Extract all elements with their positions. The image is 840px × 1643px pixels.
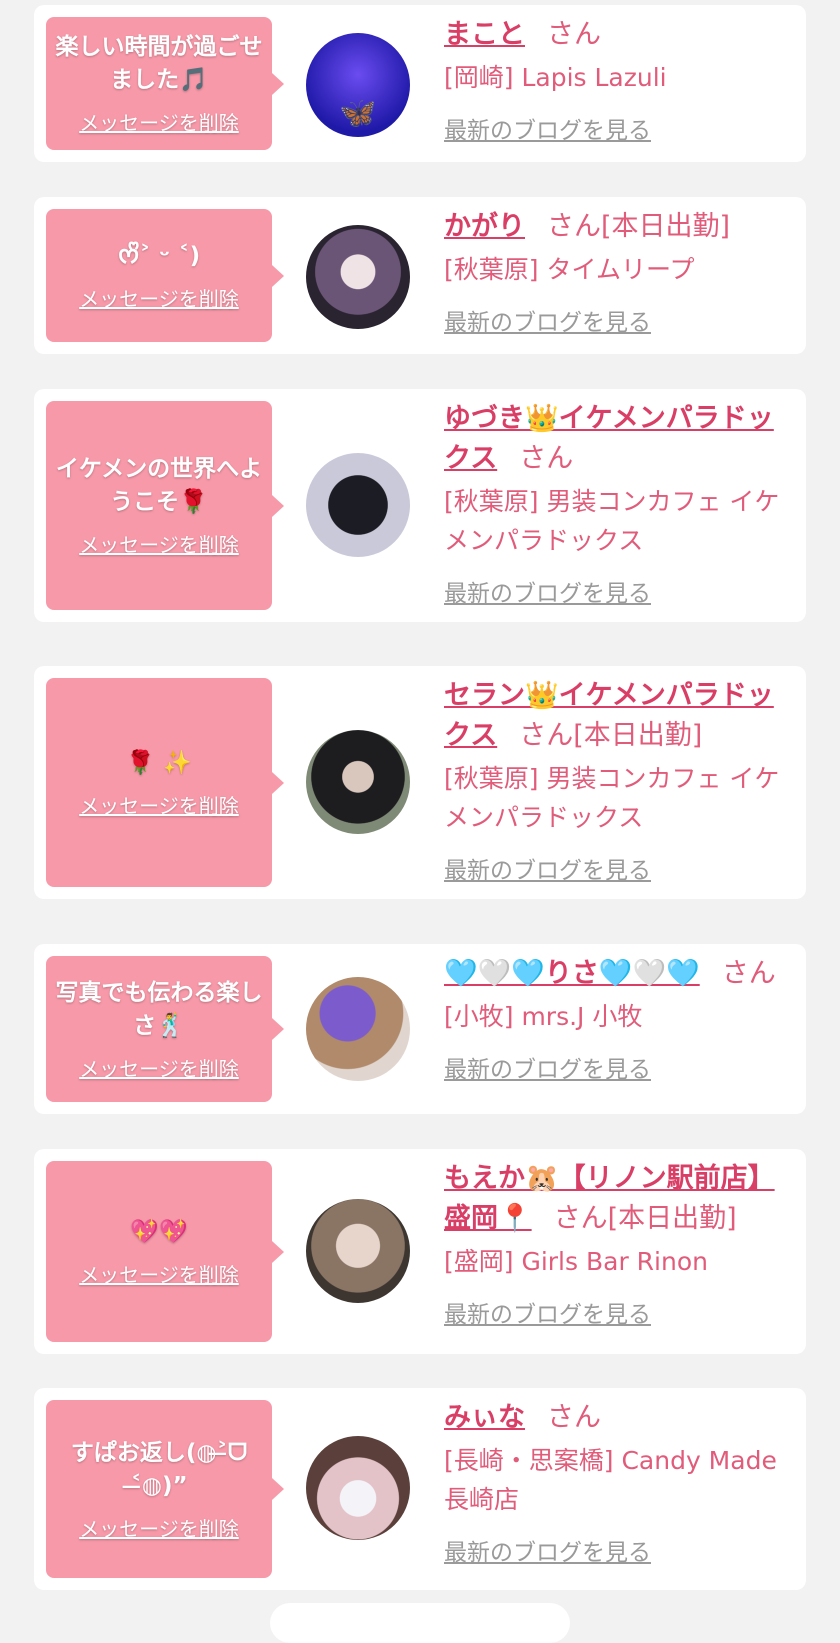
- message-bubble: 💖💖 メッセージを削除: [46, 1161, 284, 1342]
- latest-blog-link[interactable]: 最新のブログを見る: [444, 1295, 651, 1329]
- message-text: 写真でも伝わる楽しさ🕺: [55, 979, 263, 1039]
- status-badge: [本日出勤]: [601, 211, 731, 242]
- message-text: 💖💖: [130, 1218, 188, 1245]
- butterfly-icon: 🦋: [339, 96, 377, 131]
- message-bubble: すぱお返し(◍˃̶ᗜ˂̶◍)” メッセージを削除: [46, 1400, 284, 1578]
- list-item: 🌹 ✨ メッセージを削除 セラン👑イケメンパラドックス さん[本日出勤] [秋葉原…: [34, 666, 806, 899]
- shop-info: [盛岡] Girls Bar Rinon: [444, 1247, 708, 1276]
- list-item: 写真でも伝わる楽しさ🕺 メッセージを削除 🩵🤍🩵りさ🩵🤍🩵 さん [小牧] mrs…: [34, 944, 806, 1114]
- delete-message-link[interactable]: メッセージを削除: [79, 1259, 239, 1288]
- status-badge: [本日出勤]: [573, 720, 703, 751]
- honorific: さん: [547, 1402, 601, 1433]
- latest-blog-link[interactable]: 最新のブログを見る: [444, 1533, 651, 1567]
- avatar[interactable]: [306, 977, 410, 1081]
- list-item: 楽しい時間が過ごせました🎵 メッセージを削除 🦋 まこと さん [岡崎] Lapi…: [34, 5, 806, 162]
- shop-info: [小牧] mrs.J 小牧: [444, 1002, 643, 1031]
- shop-info: [岡崎] Lapis Lazuli: [444, 63, 667, 92]
- message-bubble: 楽しい時間が過ごせました🎵 メッセージを削除: [46, 17, 284, 150]
- avatar[interactable]: [306, 453, 410, 557]
- delete-message-link[interactable]: メッセージを削除: [79, 790, 239, 819]
- honorific: さん: [721, 958, 776, 989]
- delete-message-link[interactable]: メッセージを削除: [79, 107, 239, 136]
- latest-blog-link[interactable]: 最新のブログを見る: [444, 111, 651, 145]
- honorific: さん: [519, 443, 574, 474]
- shop-info: [秋葉原] 男装コンカフェ イケメンパラドックス: [444, 764, 780, 832]
- message-text: 🌹 ✨: [126, 749, 192, 776]
- avatar[interactable]: [306, 1436, 410, 1540]
- latest-blog-link[interactable]: 最新のブログを見る: [444, 851, 651, 885]
- avatar[interactable]: 🦋: [306, 33, 410, 137]
- cast-name-link[interactable]: みぃな: [444, 1402, 525, 1433]
- cast-name-link[interactable]: まこと: [444, 19, 525, 50]
- bottom-button[interactable]: [270, 1603, 570, 1643]
- avatar[interactable]: [306, 225, 410, 329]
- list-item: イケメンの世界へようこそ🌹 メッセージを削除 ゆづき👑イケメンパラドックス さん …: [34, 389, 806, 622]
- shop-info: [秋葉原] タイムリープ: [444, 255, 695, 284]
- message-bubble: 🌹 ✨ メッセージを削除: [46, 678, 284, 887]
- delete-message-link[interactable]: メッセージを削除: [79, 1513, 239, 1542]
- message-text: 楽しい時間が過ごせました🎵: [55, 34, 263, 93]
- honorific: さん: [547, 19, 601, 50]
- list-item: ᰔᩚ˃ ᵕ ˂) メッセージを削除 かがり さん[本日出勤] [秋葉原] タイムリ…: [34, 197, 806, 354]
- message-text: ᰔᩚ˃ ᵕ ˂): [117, 242, 201, 269]
- avatar[interactable]: [306, 1199, 410, 1303]
- message-text: イケメンの世界へようこそ🌹: [55, 456, 263, 515]
- delete-message-link[interactable]: メッセージを削除: [79, 283, 239, 312]
- message-bubble: イケメンの世界へようこそ🌹 メッセージを削除: [46, 401, 284, 610]
- latest-blog-link[interactable]: 最新のブログを見る: [444, 1050, 651, 1084]
- cast-name-link[interactable]: ゆづき👑イケメンパラドックス: [444, 403, 774, 474]
- status-badge: [本日出勤]: [607, 1203, 737, 1234]
- delete-message-link[interactable]: メッセージを削除: [79, 1053, 239, 1082]
- honorific: さん: [519, 720, 574, 751]
- latest-blog-link[interactable]: 最新のブログを見る: [444, 574, 651, 608]
- honorific: さん: [553, 1203, 608, 1234]
- message-bubble: ᰔᩚ˃ ᵕ ˂) メッセージを削除: [46, 209, 284, 342]
- cast-name-link[interactable]: かがり: [444, 211, 525, 242]
- avatar[interactable]: [306, 730, 410, 834]
- shop-info: [秋葉原] 男装コンカフェ イケメンパラドックス: [444, 487, 780, 555]
- list-item: 💖💖 メッセージを削除 もえか🐹【リノン駅前店】盛岡📍 さん[本日出勤] [盛岡]…: [34, 1149, 806, 1354]
- cast-name-link[interactable]: 🩵🤍🩵りさ🩵🤍🩵: [444, 958, 700, 989]
- message-text: すぱお返し(◍˃̶ᗜ˂̶◍)”: [70, 1439, 248, 1499]
- delete-message-link[interactable]: メッセージを削除: [79, 529, 239, 558]
- shop-info: [長崎・思案橋] Candy Made 長崎店: [444, 1446, 777, 1514]
- message-bubble: 写真でも伝わる楽しさ🕺 メッセージを削除: [46, 956, 284, 1102]
- latest-blog-link[interactable]: 最新のブログを見る: [444, 303, 651, 337]
- message-list: 楽しい時間が過ごせました🎵 メッセージを削除 🦋 まこと さん [岡崎] Lapi…: [0, 0, 840, 1643]
- list-item: すぱお返し(◍˃̶ᗜ˂̶◍)” メッセージを削除 みぃな さん [長崎・思案橋] …: [34, 1388, 806, 1590]
- honorific: さん: [547, 211, 601, 242]
